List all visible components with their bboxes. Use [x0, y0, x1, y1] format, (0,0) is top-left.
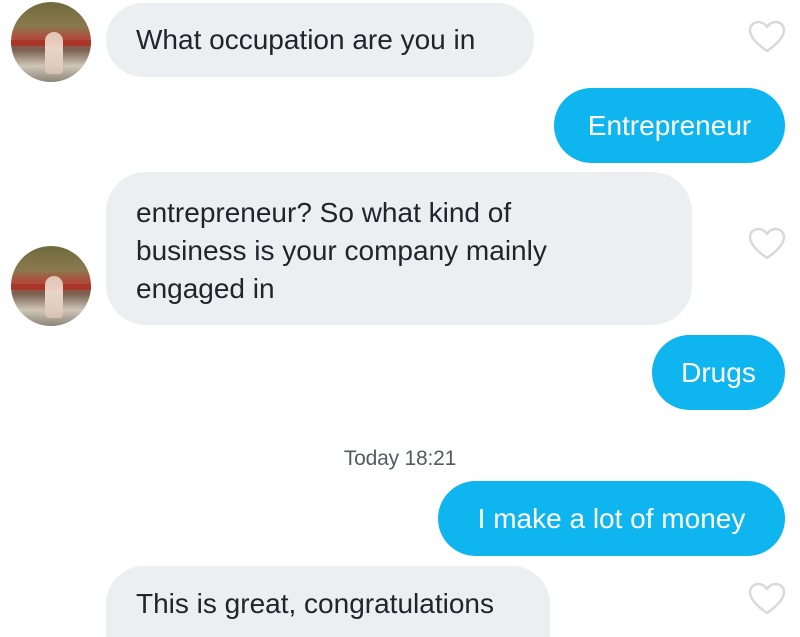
message-text: Entrepreneur	[587, 109, 752, 141]
message-text: I make a lot of money	[477, 502, 746, 534]
message-bubble-outgoing[interactable]: I make a lot of money	[438, 481, 785, 556]
message-text: What occupation are you in	[136, 24, 476, 55]
message-text: Drugs	[681, 356, 756, 388]
message-text: entrepreneur? So what kind of business i…	[136, 197, 547, 304]
message-bubble-outgoing[interactable]: Drugs	[652, 335, 785, 410]
message-bubble-incoming[interactable]: This is great, congratulations	[106, 566, 550, 637]
like-heart-icon[interactable]	[748, 227, 786, 261]
message-bubble-incoming[interactable]: What occupation are you in	[106, 3, 534, 77]
avatar[interactable]	[11, 246, 91, 326]
message-bubble-outgoing[interactable]: Entrepreneur	[554, 88, 785, 163]
message-bubble-incoming[interactable]: entrepreneur? So what kind of business i…	[106, 172, 692, 325]
like-heart-icon[interactable]	[748, 20, 786, 54]
chat-thread: What occupation are you in Entrepreneur …	[0, 0, 800, 637]
like-heart-icon[interactable]	[748, 582, 786, 616]
message-text: This is great, congratulations	[136, 588, 494, 619]
timestamp: Today 18:21	[343, 447, 457, 470]
avatar[interactable]	[11, 2, 91, 82]
